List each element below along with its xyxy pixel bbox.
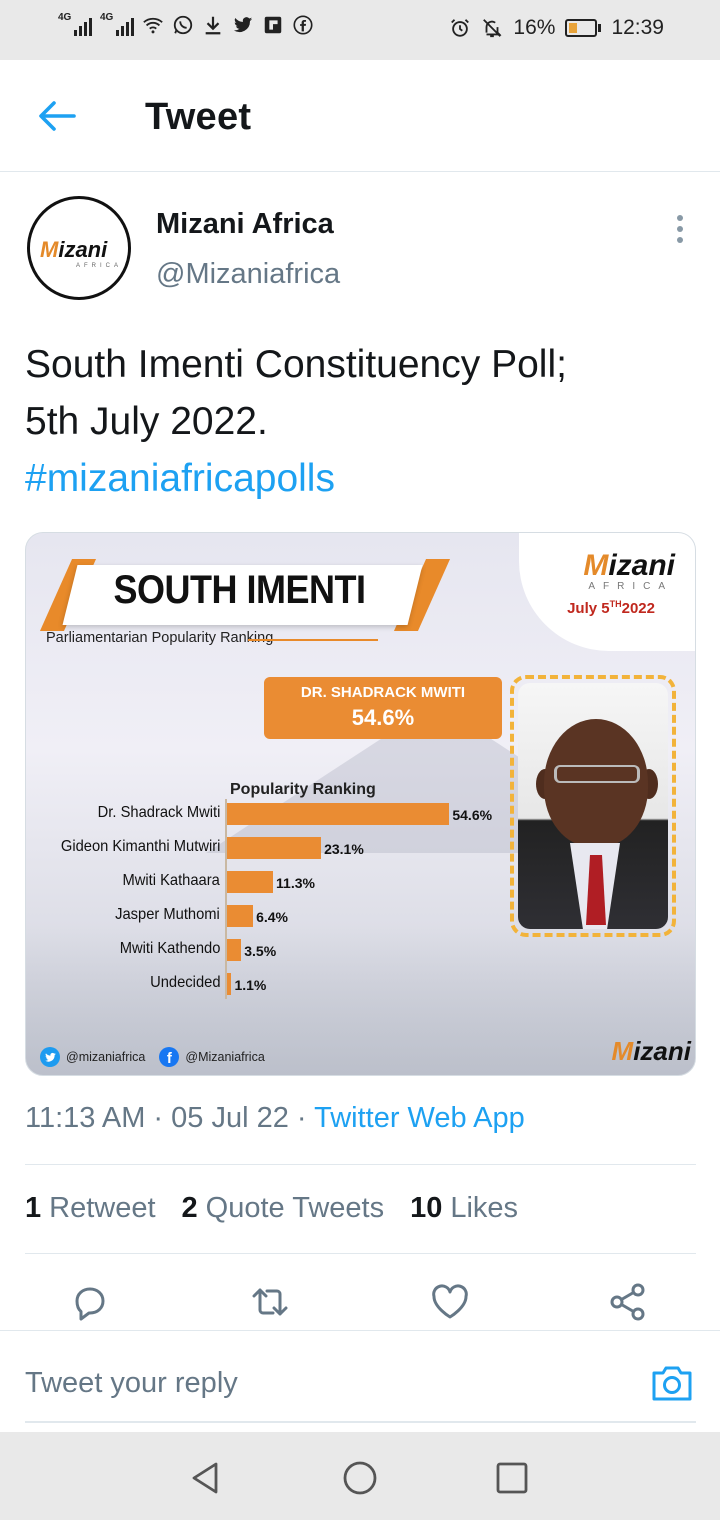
facebook-icon: [293, 15, 313, 35]
arrow-left-icon[interactable]: [34, 96, 78, 136]
poll-date: July 5TH2022: [567, 599, 655, 617]
camera-icon[interactable]: [648, 1359, 696, 1407]
reply-bar: Tweet your reply: [0, 1330, 720, 1430]
bar-value-label: 11.3%: [276, 875, 315, 891]
bar: [227, 803, 450, 825]
status-right: 16% 12:39: [449, 16, 664, 40]
bar-label: Mwiti Kathendo: [119, 940, 220, 957]
quote-tweets-stat[interactable]: 2 Quote Tweets: [182, 1192, 385, 1225]
bar-value-label: 1.1%: [234, 977, 267, 993]
chart-axis: [225, 799, 227, 999]
nav-home-icon[interactable]: [340, 1458, 380, 1498]
social-footer: @mizaniafrica f @Mizaniafrica: [40, 1047, 265, 1067]
share-icon[interactable]: [606, 1280, 650, 1324]
retweets-stat[interactable]: 1 Retweet: [25, 1192, 156, 1225]
reply-input[interactable]: Tweet your reply: [25, 1367, 238, 1400]
wifi-icon: [143, 17, 163, 34]
network-type-label: 4G: [58, 12, 72, 23]
bar: [227, 939, 242, 961]
nav-back-icon[interactable]: [186, 1458, 226, 1498]
flipboard-icon: [264, 16, 282, 34]
tweet-stats: 1 Retweet 2 Quote Tweets 10 Likes: [25, 1192, 518, 1225]
tweet-actions: [0, 1280, 720, 1328]
winner-badge: DR. SHADRACK MWITI 54.6%: [264, 677, 502, 739]
tweet-text: South Imenti Constituency Poll; 5th July…: [25, 336, 685, 507]
tweet-source-link[interactable]: Twitter Web App: [314, 1102, 525, 1134]
brand-sub: AFRICA: [588, 581, 673, 592]
winner-name: DR. SHADRACK MWITI: [300, 684, 466, 701]
tweet-text-line: 5th July 2022.: [25, 400, 268, 443]
more-options-icon[interactable]: [668, 212, 692, 246]
brand-logo-footer: Mizani: [611, 1036, 691, 1066]
twitter-icon: [233, 17, 253, 32]
download-icon: [205, 16, 221, 35]
clock: 12:39: [611, 16, 664, 39]
poll-title-box: SOUTH IMENTI: [39, 559, 451, 631]
bar-label: Undecided: [149, 974, 220, 991]
poll-subtitle: Parliamentarian Popularity Ranking: [46, 630, 274, 646]
twitter-icon: [40, 1047, 60, 1067]
alarm-icon: [451, 19, 470, 37]
facebook-icon: f: [159, 1047, 180, 1067]
retweet-icon[interactable]: [248, 1280, 292, 1324]
bar: [227, 973, 232, 995]
tweet-image[interactable]: SOUTH IMENTI Parliamentarian Popularity …: [25, 532, 696, 1076]
status-bar: 4G 4G 16% 12:39: [0, 0, 720, 60]
divider: [25, 1253, 696, 1254]
bar-value-label: 6.4%: [256, 909, 288, 925]
twitter-handle: @mizaniafrica: [66, 1050, 146, 1064]
mute-icon: [483, 19, 502, 38]
bar-value-label: 23.1%: [324, 841, 364, 857]
bar-label: Dr. Shadrack Mwiti: [97, 804, 220, 821]
reply-icon[interactable]: [68, 1280, 112, 1324]
bar-label: Jasper Muthomi: [115, 906, 220, 923]
avatar[interactable]: Mizani AFRICA: [27, 196, 131, 300]
tweet-meta: 11:13 AM · 05 Jul 22 · Twitter Web App: [25, 1102, 525, 1135]
divider: [248, 639, 378, 641]
candidate-photo-frame: [510, 675, 676, 937]
page-title: Tweet: [145, 96, 252, 138]
tweet-timestamp: 11:13 AM · 05 Jul 22 ·: [25, 1102, 315, 1134]
bar: [227, 871, 274, 893]
system-nav-bar: [0, 1432, 720, 1520]
bar-value-label: 3.5%: [244, 943, 277, 959]
divider: [25, 1164, 696, 1165]
likes-stat[interactable]: 10 Likes: [410, 1192, 518, 1225]
avatar-logo: Mizani: [40, 237, 108, 262]
brand-logo: Mizani: [583, 549, 675, 582]
hashtag-link[interactable]: #mizaniafricapolls: [25, 450, 685, 507]
like-icon[interactable]: [428, 1280, 472, 1324]
author-name[interactable]: Mizani Africa: [156, 208, 334, 241]
nav-recents-icon[interactable]: [492, 1458, 532, 1498]
status-left: 4G 4G: [58, 12, 314, 36]
chart-title: Popularity Ranking: [230, 781, 376, 798]
whatsapp-icon: [173, 15, 193, 35]
bar-label: Gideon Kimanthi Mutwiri: [60, 838, 220, 855]
reply-underline: [25, 1421, 696, 1423]
candidate-photo: [518, 683, 668, 929]
network-type-label: 4G: [100, 12, 114, 23]
poll-title: SOUTH IMENTI: [113, 566, 367, 612]
bar: [227, 905, 254, 927]
bar-value-label: 54.6%: [452, 807, 493, 823]
signal-icon: 4G: [100, 12, 134, 36]
signal-icon: 4G: [58, 12, 92, 36]
avatar-sub: AFRICA: [76, 263, 123, 269]
facebook-handle: @Mizaniafrica: [185, 1050, 265, 1064]
bar-label: Mwiti Kathaara: [122, 872, 220, 889]
author-handle[interactable]: @Mizaniafrica: [156, 258, 340, 291]
winner-percent: 54.6%: [351, 705, 415, 730]
battery-percent: 16%: [513, 16, 556, 39]
app-header: Tweet: [0, 60, 720, 172]
tweet-text-line: South Imenti Constituency Poll;: [25, 343, 567, 386]
battery-icon: [565, 19, 602, 37]
bar: [227, 837, 322, 859]
